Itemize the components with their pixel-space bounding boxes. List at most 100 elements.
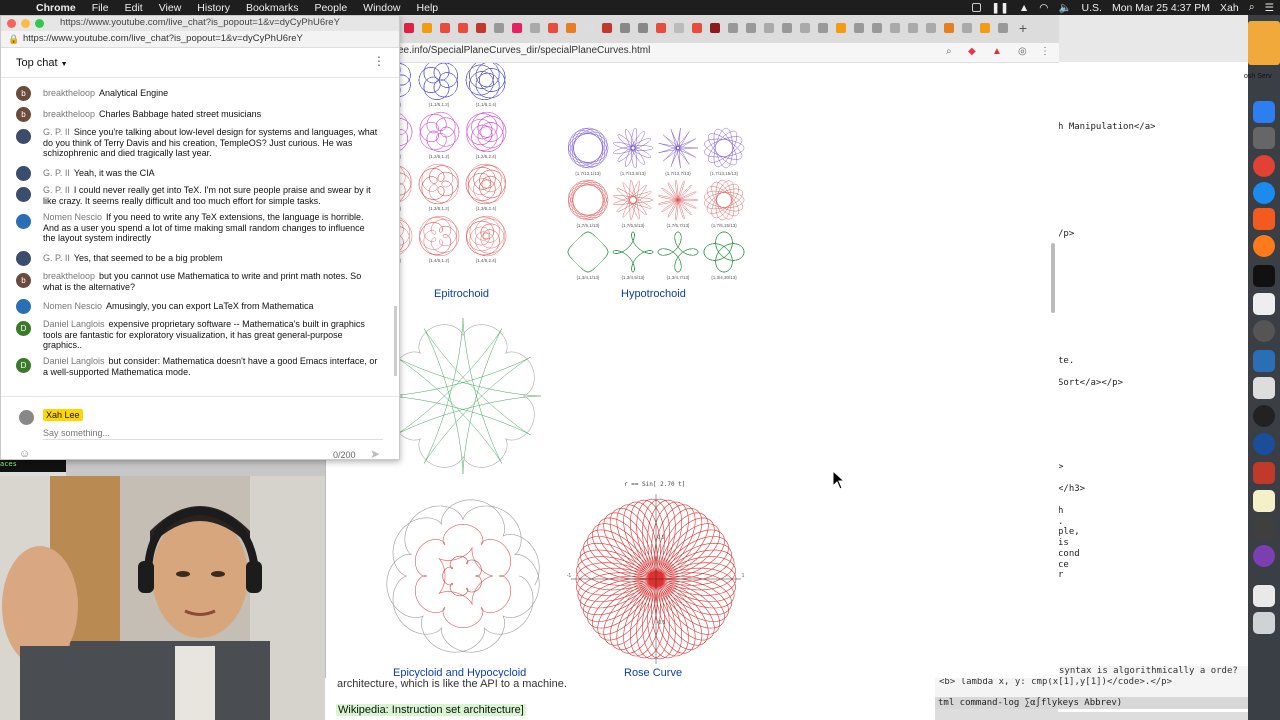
menu-history[interactable]: History xyxy=(189,2,238,14)
menu-people[interactable]: People xyxy=(306,2,355,14)
tab-favicon-icon[interactable] xyxy=(944,23,954,33)
wifi-icon[interactable]: ◠ xyxy=(1039,2,1048,14)
tab-favicon-icon[interactable] xyxy=(440,23,450,33)
tab-favicon-icon[interactable] xyxy=(548,23,558,33)
tab-favicon-icon-active[interactable] xyxy=(602,23,612,33)
textedit-icon[interactable] xyxy=(1253,293,1275,315)
tab-favicon-icon[interactable] xyxy=(674,23,684,33)
menu-window[interactable]: Window xyxy=(355,2,408,14)
tab-favicon-icon[interactable] xyxy=(818,23,828,33)
top-chat-dropdown[interactable]: Top chat ▼ xyxy=(16,57,68,69)
tab-favicon-icon[interactable] xyxy=(800,23,810,33)
tab-favicon-icon[interactable] xyxy=(404,23,414,33)
emacs-icon[interactable] xyxy=(1253,545,1275,567)
avatar[interactable] xyxy=(16,187,31,202)
epicycloid-link[interactable]: Epicycloid and Hypocycloid xyxy=(393,667,526,678)
tab-favicon-icon[interactable] xyxy=(476,23,486,33)
tab-favicon-icon[interactable] xyxy=(764,23,774,33)
chrome-icon[interactable] xyxy=(1253,155,1275,177)
menu-view[interactable]: View xyxy=(151,2,190,14)
tab-favicon-icon[interactable] xyxy=(962,23,972,33)
tab-favicon-icon[interactable] xyxy=(746,23,756,33)
tab-favicon-icon[interactable] xyxy=(980,23,990,33)
menu-edit[interactable]: Edit xyxy=(117,2,151,14)
trash-icon[interactable] xyxy=(1253,612,1275,634)
tab-favicon-icon[interactable] xyxy=(512,23,522,33)
tab-favicon-icon[interactable] xyxy=(728,23,738,33)
chat-author[interactable]: breaktheloop xyxy=(43,109,95,119)
tab-favicon-icon[interactable] xyxy=(854,23,864,33)
documents-stack-icon[interactable] xyxy=(1253,585,1275,607)
avatar[interactable] xyxy=(16,299,31,314)
safari-icon[interactable] xyxy=(1253,182,1275,204)
terminal-icon[interactable] xyxy=(1253,265,1275,287)
chat-author[interactable]: G. P. II xyxy=(43,185,70,195)
chat-author[interactable]: Nomen Nescio xyxy=(43,212,102,222)
emoji-icon[interactable]: ☺ xyxy=(19,448,30,460)
warning-icon[interactable]: ▲ xyxy=(992,46,1002,57)
tab-favicon-icon[interactable] xyxy=(998,23,1008,33)
new-tab-icon[interactable]: + xyxy=(1019,20,1027,36)
code-editor[interactable]: h Manipulation</a> /p> te. Sort</a></p> … xyxy=(1058,62,1248,712)
more-options-icon[interactable]: ⋮ xyxy=(373,54,385,68)
brave-icon[interactable] xyxy=(1253,208,1275,230)
epitrochoid-link[interactable]: Epitrochoid xyxy=(434,288,489,300)
airplay-icon[interactable]: ▲ xyxy=(1019,2,1029,14)
spotlight-icon[interactable]: ⌕ xyxy=(1249,1,1255,14)
chat-author[interactable]: G. P. II xyxy=(43,127,70,137)
notification-center-icon[interactable]: ☰ xyxy=(1265,2,1274,14)
chat-author[interactable]: G. P. II xyxy=(43,168,70,178)
input-locale[interactable]: U.S. xyxy=(1082,2,1102,14)
calendar-icon[interactable] xyxy=(1253,377,1275,399)
pause-icon[interactable]: ❚❚ xyxy=(991,2,1009,14)
page-scrollbar[interactable] xyxy=(1051,243,1055,313)
tab-favicon-icon[interactable] xyxy=(494,23,504,33)
activity-monitor-icon[interactable] xyxy=(1253,350,1275,372)
tab-favicon-icon[interactable] xyxy=(422,23,432,33)
avatar[interactable] xyxy=(16,251,31,266)
tab-favicon-icon[interactable] xyxy=(620,23,630,33)
tab-favicon-icon[interactable] xyxy=(584,23,594,33)
chat-author[interactable]: Nomen Nescio xyxy=(43,301,102,311)
menu-icon[interactable]: ⋮ xyxy=(1040,46,1050,57)
avatar[interactable]: b xyxy=(16,107,31,122)
tab-favicon-icon[interactable] xyxy=(926,23,936,33)
obs-icon[interactable] xyxy=(1253,405,1275,427)
send-icon[interactable]: ➤ xyxy=(370,447,380,461)
profile-icon[interactable]: ◎ xyxy=(1018,46,1027,57)
launchpad-icon[interactable] xyxy=(1253,127,1275,149)
tab-favicon-icon[interactable] xyxy=(890,23,900,33)
tab-favicon-icon[interactable] xyxy=(638,23,648,33)
tab-favicon-icon[interactable] xyxy=(566,23,576,33)
system-preferences-icon[interactable] xyxy=(1253,320,1275,342)
avatar[interactable]: b xyxy=(16,86,31,101)
folder-icon[interactable]: osh Serv xyxy=(1244,21,1280,80)
tab-favicon-icon[interactable] xyxy=(836,23,846,33)
menu-bookmarks[interactable]: Bookmarks xyxy=(238,2,307,14)
avatar[interactable] xyxy=(16,129,31,144)
chat-message-list[interactable]: b breaktheloop Analytical Engine b breakt… xyxy=(1,78,399,396)
photo-booth-icon[interactable] xyxy=(1253,462,1275,484)
chat-author[interactable]: breaktheloop xyxy=(43,88,95,98)
menu-file[interactable]: File xyxy=(84,2,117,14)
tab-favicon-icon[interactable] xyxy=(656,23,666,33)
chat-author[interactable]: G. P. II xyxy=(43,253,70,263)
avatar[interactable]: D xyxy=(16,321,31,336)
avatar[interactable] xyxy=(16,214,31,229)
chat-scrollbar[interactable] xyxy=(394,306,397,376)
finder-icon[interactable] xyxy=(1253,101,1275,123)
chat-url[interactable]: https://www.youtube.com/live_chat?is_pop… xyxy=(23,33,303,44)
tab-favicon-icon[interactable] xyxy=(872,23,882,33)
chat-author[interactable]: breaktheloop xyxy=(43,271,95,281)
tab-favicon-icon[interactable] xyxy=(692,23,702,33)
tab-favicon-icon[interactable] xyxy=(908,23,918,33)
address-bar[interactable]: ee.info/SpecialPlaneCurves_dir/specialPl… xyxy=(398,45,650,56)
tab-favicon-icon[interactable] xyxy=(710,23,720,33)
hypotrochoid-link[interactable]: Hypotrochoid xyxy=(621,288,686,300)
chat-author[interactable]: Daniel Langlois xyxy=(43,356,105,366)
wikipedia-link[interactable]: Wikipedia: Instruction set architecture] xyxy=(336,704,526,716)
tab-favicon-icon[interactable] xyxy=(530,23,540,33)
brave-shield-icon[interactable]: ◆ xyxy=(968,46,976,57)
menubar-user[interactable]: Xah xyxy=(1220,2,1239,14)
chat-message-input[interactable] xyxy=(43,427,383,440)
